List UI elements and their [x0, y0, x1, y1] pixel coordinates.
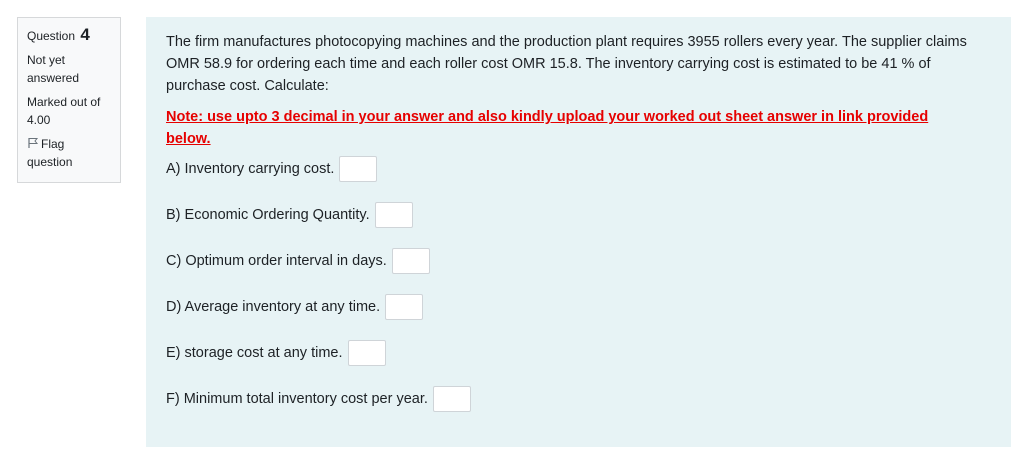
part-e: E) storage cost at any time. — [166, 338, 386, 368]
flag-question-button[interactable]: Flag question — [27, 135, 111, 171]
question-content: The firm manufactures photocopying machi… — [146, 17, 1011, 447]
part-c: C) Optimum order interval in days. — [166, 246, 430, 276]
question-text: The firm manufactures photocopying machi… — [166, 34, 967, 94]
part-f: F) Minimum total inventory cost per year… — [166, 384, 471, 414]
part-f-label: F) Minimum total inventory cost per year… — [166, 391, 428, 407]
part-d-answer-input[interactable] — [385, 294, 424, 320]
flag-icon — [27, 136, 39, 148]
state-line-2: answered — [27, 71, 80, 85]
question-number-value: 4 — [80, 25, 90, 44]
part-b: B) Economic Ordering Quantity. — [166, 200, 413, 230]
question-note: Note: use upto 3 decimal in your answer … — [166, 109, 929, 147]
question-label: Question — [27, 29, 76, 43]
quiz-page: Question 4 Not yet answered Marked out o… — [0, 0, 1021, 463]
part-d-label: D) Average inventory at any time. — [166, 299, 381, 315]
part-a-label: A) Inventory carrying cost. — [166, 161, 335, 177]
grade-line-1: Marked out of — [27, 95, 101, 109]
flag-label-line-2: question — [27, 155, 73, 169]
question-state: Not yet answered — [27, 51, 111, 87]
question-info-panel: Question 4 Not yet answered Marked out o… — [17, 17, 121, 183]
part-a: A) Inventory carrying cost. — [166, 154, 378, 184]
part-e-label: E) storage cost at any time. — [166, 345, 343, 361]
part-c-answer-input[interactable] — [391, 248, 430, 274]
part-e-answer-input[interactable] — [347, 340, 386, 366]
part-a-answer-input[interactable] — [339, 156, 378, 182]
flag-label-line-1: Flag — [41, 137, 65, 151]
question-grade: Marked out of 4.00 — [27, 93, 111, 129]
part-c-label: C) Optimum order interval in days. — [166, 253, 387, 269]
state-line-1: Not yet — [27, 53, 66, 67]
part-d: D) Average inventory at any time. — [166, 292, 424, 322]
part-f-answer-input[interactable] — [432, 386, 471, 412]
grade-line-2: 4.00 — [27, 113, 51, 127]
part-b-answer-input[interactable] — [374, 202, 413, 228]
part-b-label: B) Economic Ordering Quantity. — [166, 207, 370, 223]
question-number: Question 4 — [27, 26, 111, 45]
